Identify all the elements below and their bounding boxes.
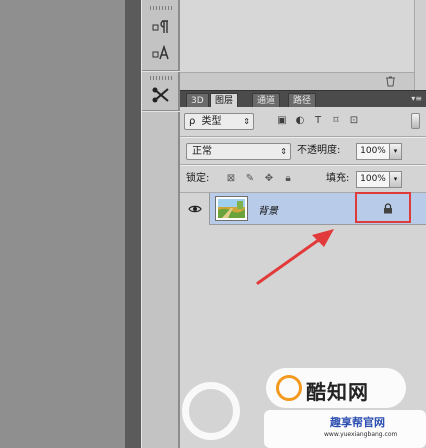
tool-column — [141, 0, 180, 448]
watermark-url: www.yuexiangbang.com — [324, 431, 398, 438]
eye-icon — [188, 205, 202, 213]
panel-divider — [125, 0, 141, 448]
fill-input[interactable]: 100% — [356, 171, 390, 188]
lock-transparent-icon[interactable]: ⊠ — [225, 173, 237, 185]
adjustment-filter-icon[interactable]: ◐ — [294, 115, 306, 127]
layer-row-background[interactable]: 背景 — [180, 192, 426, 225]
watermark: 酷知网 趣享帮官网 www.yuexiangbang.com — [182, 362, 426, 448]
chevron-updown-icon: ⇕ — [243, 117, 250, 126]
watermark-badge: 酷知网 — [266, 368, 406, 408]
panel-grip[interactable] — [150, 6, 172, 10]
lock-move-icon[interactable]: ✥ — [263, 173, 275, 185]
lock-all-icon[interactable]: 🔒︎ — [282, 173, 294, 185]
tab-channels[interactable]: 通道 — [252, 93, 281, 108]
paragraph-icon[interactable] — [148, 16, 174, 38]
smart-object-filter-icon[interactable]: ⊡ — [348, 115, 360, 127]
fill-label: 填充: — [326, 173, 350, 184]
trash-icon[interactable] — [385, 76, 396, 87]
shape-filter-icon[interactable]: ⌑ — [330, 115, 342, 127]
tab-paths[interactable]: 路径 — [288, 93, 317, 108]
annotation-arrow-icon — [256, 229, 334, 285]
tab-3d[interactable]: 3D — [186, 93, 209, 108]
panel-menu-icon[interactable]: ▾≡ — [411, 94, 422, 103]
panel-grip[interactable] — [150, 76, 172, 80]
lock-icon[interactable] — [383, 203, 393, 214]
tool-presets-icon[interactable] — [148, 84, 174, 106]
filter-kind-label: 类型 — [201, 116, 222, 127]
type-filter-icon[interactable]: T — [312, 115, 324, 127]
filter-toggle-switch[interactable] — [411, 113, 420, 129]
watermark-main-text: 酷知网 — [306, 380, 369, 404]
blend-row: 正常 ⇕ 不透明度: 100% ▾ — [180, 137, 426, 165]
opacity-dropdown-button[interactable]: ▾ — [390, 143, 402, 160]
document-canvas — [0, 0, 125, 448]
character-icon[interactable] — [148, 42, 174, 64]
lock-row: 锁定: ⊠ ✎ ✥ 🔒︎ 填充: 100% ▾ — [180, 165, 426, 193]
pixel-filter-icon[interactable]: ▣ — [276, 115, 288, 127]
filter-row: ρ 类型 ⇕ ▣ ◐ T ⌑ ⊡ — [180, 107, 426, 137]
watermark-ring-logo — [182, 382, 240, 440]
search-icon: ρ — [189, 116, 196, 127]
blend-mode-select[interactable]: 正常 ⇕ — [186, 143, 291, 160]
layers-tab-bar: 3D 图层 通道 路径 ▾≡ — [180, 90, 426, 108]
upper-panel-body — [180, 0, 426, 72]
visibility-toggle[interactable] — [180, 193, 210, 225]
tab-layers[interactable]: 图层 — [210, 93, 239, 108]
blend-mode-value: 正常 — [192, 146, 212, 157]
fill-dropdown-button[interactable]: ▾ — [390, 171, 402, 188]
tool-separator — [142, 70, 180, 71]
watermark-logo-icon — [276, 375, 302, 401]
chevron-updown-icon: ⇕ — [280, 147, 287, 156]
watermark-bottom-badge: 趣享帮官网 www.yuexiangbang.com — [264, 410, 426, 448]
upper-panel-footer — [180, 72, 426, 90]
lock-label: 锁定: — [186, 173, 210, 184]
lock-brush-icon[interactable]: ✎ — [244, 173, 256, 185]
opacity-input[interactable]: 100% — [356, 143, 390, 160]
opacity-label: 不透明度: — [297, 145, 341, 156]
upper-panel-scrollbar[interactable] — [414, 0, 426, 90]
layer-thumbnail — [215, 196, 248, 221]
watermark-sub-text: 趣享帮官网 — [330, 416, 385, 429]
tool-separator — [142, 110, 180, 111]
layer-name[interactable]: 背景 — [258, 202, 278, 217]
filter-kind-select[interactable]: ρ 类型 ⇕ — [184, 113, 254, 130]
lock-highlight-box — [355, 192, 411, 223]
